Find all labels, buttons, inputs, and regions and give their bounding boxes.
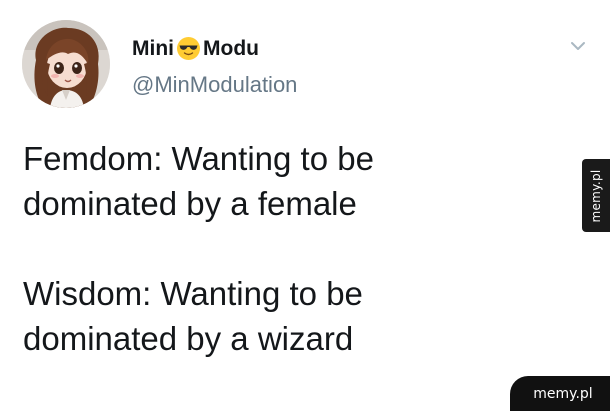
anime-avatar-icon — [22, 20, 110, 108]
display-name[interactable]: Mini Modu — [132, 36, 259, 61]
display-name-part1: Mini — [132, 36, 174, 60]
user-handle[interactable]: @MinModulation — [132, 72, 297, 98]
tweet-header: Mini Modu @MinModulation — [0, 0, 610, 120]
tweet-paragraph-femdom: Femdom: Wanting to be dominated by a fem… — [23, 140, 374, 222]
tweet-text: Femdom: Wanting to be dominated by a fem… — [23, 136, 543, 361]
sunglasses-emoji-icon — [176, 36, 201, 61]
side-watermark: memy.pl — [582, 159, 610, 232]
corner-watermark: memy.pl — [510, 376, 610, 411]
avatar[interactable] — [22, 20, 110, 108]
chevron-down-icon[interactable] — [568, 36, 588, 56]
tweet-paragraph-wisdom: Wisdom: Wanting to be dominated by a wiz… — [23, 275, 363, 357]
side-watermark-text: memy.pl — [589, 168, 603, 223]
display-name-part2: Modu — [203, 36, 259, 60]
